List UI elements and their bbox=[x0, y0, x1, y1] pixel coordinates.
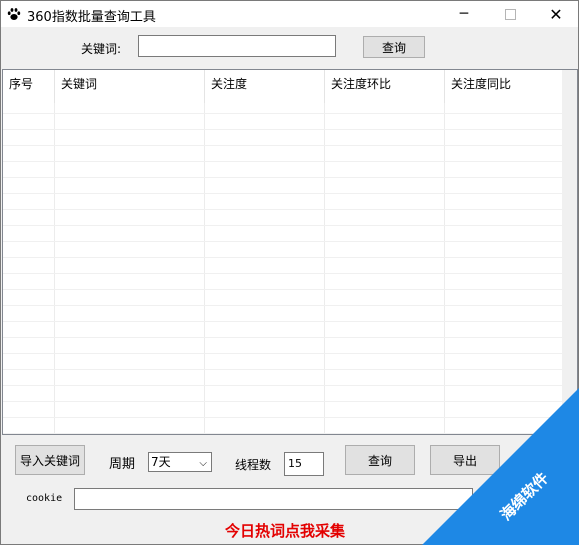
cookie-label: cookie bbox=[26, 493, 63, 504]
column-header-index[interactable]: 序号 bbox=[3, 70, 55, 103]
table-header: 序号 关键词 关注度 关注度环比 关注度同比 bbox=[3, 70, 564, 103]
hot-words-link[interactable]: 今日热词点我采集 bbox=[225, 520, 345, 541]
column-header-keyword[interactable]: 关键词 bbox=[55, 70, 205, 103]
row-divider bbox=[3, 289, 564, 290]
window-title: 360指数批量查询工具 bbox=[27, 10, 156, 25]
column-header-attention[interactable]: 关注度 bbox=[205, 70, 325, 103]
period-select[interactable]: 7天 ⌵ bbox=[148, 452, 212, 472]
chevron-down-icon: ⌵ bbox=[199, 458, 207, 469]
row-divider bbox=[3, 209, 564, 210]
row-divider bbox=[3, 369, 564, 370]
close-button[interactable]: ✕ bbox=[533, 1, 579, 27]
row-divider bbox=[3, 353, 564, 354]
threads-input[interactable]: 15 bbox=[284, 452, 324, 476]
maximize-button[interactable] bbox=[487, 1, 533, 27]
minimize-button[interactable]: ─ bbox=[441, 1, 487, 27]
column-header-attention-mom[interactable]: 关注度环比 bbox=[325, 70, 445, 103]
export-button[interactable]: 导出 bbox=[430, 445, 500, 475]
row-divider bbox=[3, 241, 564, 242]
row-divider bbox=[3, 257, 564, 258]
vertical-scrollbar[interactable] bbox=[562, 70, 577, 434]
row-divider bbox=[3, 385, 564, 386]
row-divider bbox=[3, 193, 564, 194]
title-bar: 360指数批量查询工具 ─ ✕ bbox=[1, 1, 578, 27]
results-table[interactable]: 序号 关键词 关注度 关注度环比 关注度同比 bbox=[2, 69, 578, 435]
minimize-icon: ─ bbox=[459, 6, 469, 22]
close-icon: ✕ bbox=[549, 4, 563, 24]
import-keywords-button[interactable]: 导入关键词 bbox=[15, 445, 85, 475]
row-divider bbox=[3, 129, 564, 130]
period-value: 7天 bbox=[151, 455, 171, 469]
row-divider bbox=[3, 321, 564, 322]
app-window: 360指数批量查询工具 ─ ✕ 关键词: 查询 序号 关键词 关注度 关注度环比… bbox=[0, 0, 579, 545]
row-divider bbox=[3, 113, 564, 114]
row-divider bbox=[3, 417, 564, 418]
row-divider bbox=[3, 145, 564, 146]
threads-label: 线程数 bbox=[235, 458, 272, 472]
row-divider bbox=[3, 305, 564, 306]
row-divider bbox=[3, 401, 564, 402]
table-body bbox=[3, 103, 564, 434]
keyword-label: 关键词: bbox=[81, 42, 122, 56]
keyword-query-button[interactable]: 查询 bbox=[363, 36, 425, 58]
keyword-input[interactable] bbox=[138, 35, 336, 57]
cookie-input[interactable] bbox=[74, 488, 473, 510]
row-divider bbox=[3, 161, 564, 162]
row-divider bbox=[3, 433, 564, 434]
maximize-icon bbox=[504, 8, 516, 20]
paw-icon bbox=[7, 8, 21, 20]
column-header-attention-yoy[interactable]: 关注度同比 bbox=[445, 70, 564, 103]
query-button[interactable]: 查询 bbox=[345, 445, 415, 475]
row-divider bbox=[3, 177, 564, 178]
row-divider bbox=[3, 273, 564, 274]
period-label: 周期 bbox=[109, 457, 136, 472]
row-divider bbox=[3, 225, 564, 226]
row-divider bbox=[3, 337, 564, 338]
